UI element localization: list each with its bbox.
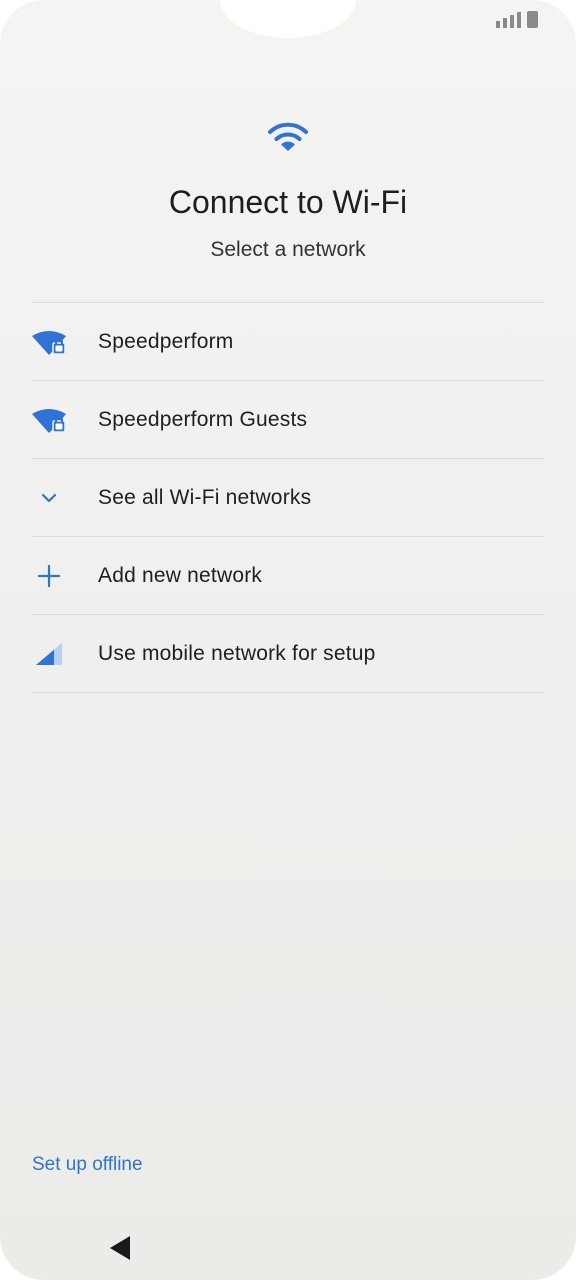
wifi-lock-icon: [32, 403, 66, 437]
page-subtitle: Select a network: [210, 238, 366, 261]
wifi-icon: [268, 122, 308, 151]
signal-bar-2: [503, 18, 507, 28]
chevron-down-icon: [32, 481, 66, 515]
device-screen: Connect to Wi-Fi Select a network Speedp…: [0, 0, 576, 1280]
add-network-item[interactable]: Add new network: [32, 537, 544, 615]
status-bar: [496, 8, 538, 28]
battery-icon: [527, 11, 538, 28]
signal-bar-3: [510, 15, 514, 28]
plus-icon: [32, 559, 66, 593]
add-network-label: Add new network: [98, 563, 263, 587]
mobile-network-label: Use mobile network for setup: [98, 641, 376, 665]
see-all-networks-label: See all Wi-Fi networks: [98, 485, 312, 509]
network-list: Speedperform Speedperform Guests See all…: [32, 302, 544, 693]
wifi-lock-icon: [32, 325, 66, 359]
signal-bar-4: [517, 12, 521, 28]
signal-bar-1: [496, 21, 500, 28]
camera-notch: [220, 0, 356, 38]
set-up-offline-link[interactable]: Set up offline: [32, 1154, 143, 1176]
back-nav-icon[interactable]: [108, 1235, 132, 1261]
mobile-network-item[interactable]: Use mobile network for setup: [32, 615, 544, 693]
page-title: Connect to Wi-Fi: [168, 184, 408, 220]
network-name: Speedperform: [98, 329, 234, 353]
network-name: Speedperform Guests: [98, 407, 308, 431]
network-item-speedperform[interactable]: Speedperform: [32, 303, 544, 381]
network-item-speedperform-guests[interactable]: Speedperform Guests: [32, 381, 544, 459]
see-all-networks-item[interactable]: See all Wi-Fi networks: [32, 459, 544, 537]
cellular-signal-icon: [32, 637, 66, 671]
